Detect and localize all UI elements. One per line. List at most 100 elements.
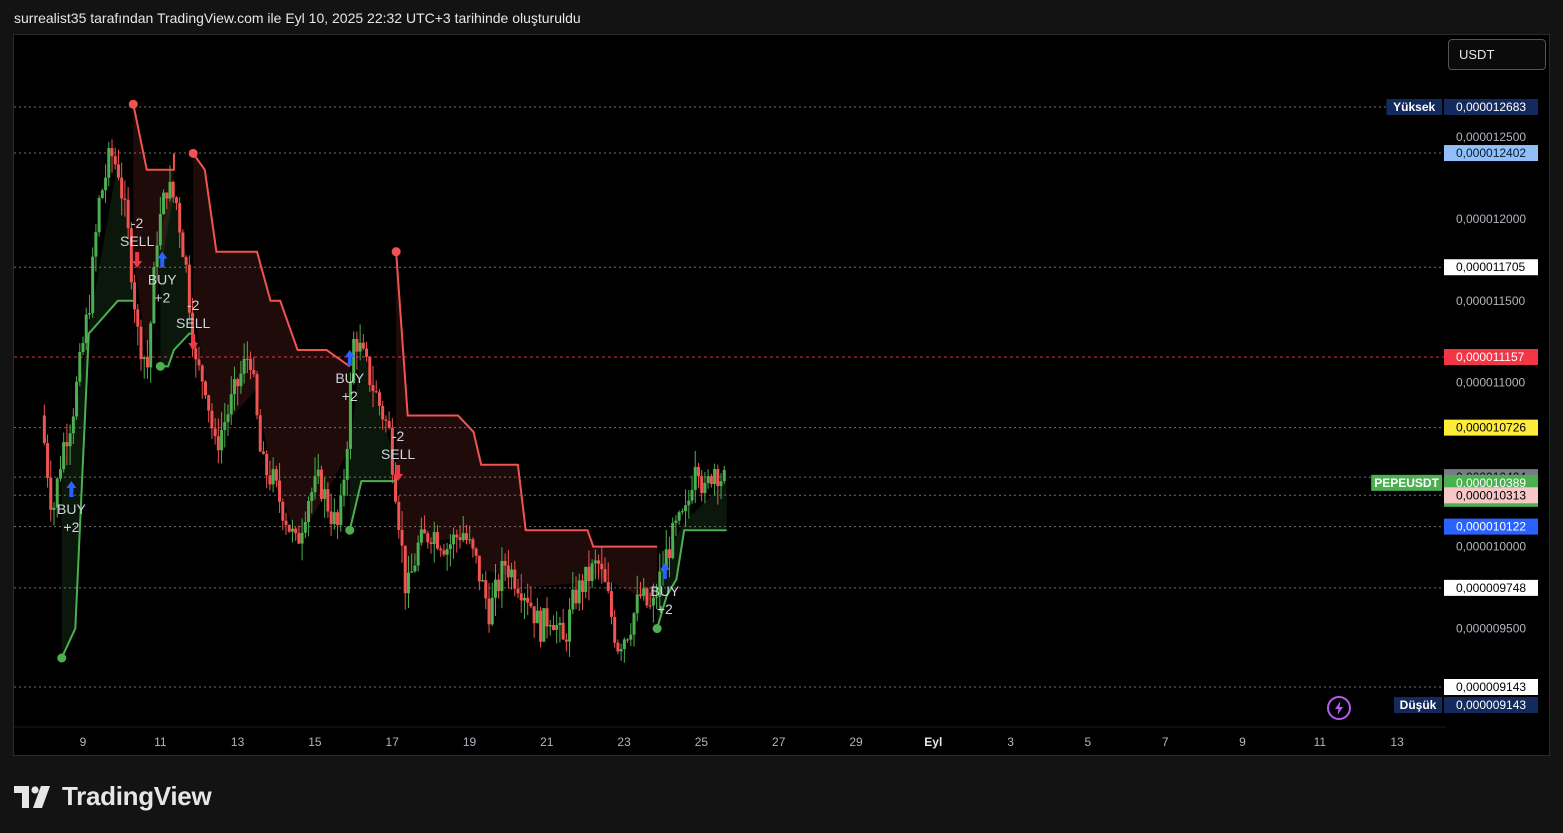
candle [477, 555, 481, 591]
signal-label: BUY [335, 370, 364, 386]
candle [203, 380, 207, 399]
candle-body [329, 511, 333, 524]
candle [484, 571, 488, 610]
candle-body [252, 369, 256, 375]
candle-body [571, 589, 575, 610]
candle-body [281, 501, 285, 521]
candle [197, 346, 201, 371]
candle-body [242, 358, 246, 374]
candle [619, 643, 623, 662]
candle-body [303, 522, 307, 533]
candle-body [600, 563, 604, 570]
candle [136, 304, 140, 346]
candle [558, 616, 562, 643]
candle-body [403, 545, 407, 594]
candle [181, 229, 185, 258]
candle-body [261, 451, 265, 454]
candle [319, 465, 323, 502]
candle [561, 608, 565, 640]
currency-selector-button[interactable]: USDT [1448, 39, 1546, 70]
price-tag: 0,000011705 [1444, 259, 1538, 276]
candle [535, 597, 539, 624]
candle-body [107, 148, 111, 178]
price-tag: 0,000010726 [1444, 419, 1538, 436]
candle [629, 623, 633, 647]
candle-body [313, 475, 317, 493]
candle-body [406, 572, 410, 594]
candle-body [629, 634, 633, 640]
trail-start-dot [155, 361, 165, 371]
candle-body [687, 500, 691, 506]
candle [568, 598, 572, 657]
tradingview-logo[interactable]: TradingView [14, 781, 212, 812]
candle [258, 409, 262, 452]
candle [110, 139, 114, 173]
candle [713, 463, 717, 496]
price-tag: 0,000010313 [1444, 487, 1538, 504]
candle-body [626, 639, 630, 641]
candle-body [568, 609, 572, 642]
candle-body [87, 313, 91, 315]
candle [445, 542, 449, 571]
candle [129, 221, 133, 290]
candle [255, 370, 259, 420]
candle [104, 164, 108, 203]
signal-label: BUY [57, 501, 86, 517]
trail-fill-down [193, 153, 350, 542]
candle-body [696, 466, 700, 477]
candle-body [419, 529, 423, 543]
candle-body [345, 448, 349, 480]
candle-body [384, 419, 388, 421]
candle-body [722, 470, 726, 482]
candle-body [474, 548, 478, 556]
candle-body [590, 563, 594, 582]
candle-body [613, 616, 617, 643]
candle-body [400, 529, 404, 546]
candle-body [62, 442, 66, 470]
candle [403, 545, 407, 610]
candle-body [310, 492, 314, 502]
candlestick-chart[interactable]: BUY +2 -2 SELL BUY +2 -2 SELL BUY +2 -2 SELL BUY +2 0,… [14, 35, 1549, 755]
lightning-icon[interactable] [1326, 695, 1352, 721]
candle [532, 606, 536, 638]
candle-body [245, 358, 249, 360]
candle [487, 583, 491, 633]
candle-body [94, 232, 98, 257]
candle [622, 637, 626, 663]
candle [474, 547, 478, 564]
chart-area[interactable]: BUY +2 -2 SELL BUY +2 -2 SELL BUY +2 -2 SELL BUY +2 0,… [13, 34, 1550, 756]
candle [680, 508, 684, 515]
candle [677, 510, 681, 525]
price-tag-value: 0,000010313 [1456, 488, 1526, 502]
candle [374, 380, 378, 394]
price-tag-label: Yüksek [1393, 100, 1435, 114]
candle [87, 294, 91, 320]
candle-body [642, 588, 646, 596]
candle-body [374, 391, 378, 393]
candle-body [432, 532, 436, 544]
y-tick-label: 0,000009500 [1456, 622, 1526, 636]
candle-body [46, 443, 50, 478]
candle-body [452, 534, 456, 545]
trail-start-dot [345, 525, 355, 535]
x-tick-label: 13 [1390, 735, 1404, 749]
trail-fill-down [396, 251, 658, 604]
candle [632, 611, 636, 647]
candle [722, 465, 726, 485]
x-tick-label: 23 [617, 735, 631, 749]
candle-body [481, 580, 485, 582]
candle-body [609, 591, 613, 617]
candle [113, 147, 117, 170]
candle-body [145, 357, 149, 368]
candle [58, 455, 62, 482]
candle-body [616, 642, 620, 652]
candle-body [323, 489, 327, 499]
candle [284, 512, 288, 535]
candle-body [458, 537, 462, 541]
sell-arrow-icon [188, 333, 199, 350]
price-tag-value: 0,000009143 [1456, 680, 1526, 694]
candle-body [75, 381, 79, 417]
candle [345, 441, 349, 497]
candle-body [680, 511, 684, 513]
candle-body [229, 394, 233, 415]
